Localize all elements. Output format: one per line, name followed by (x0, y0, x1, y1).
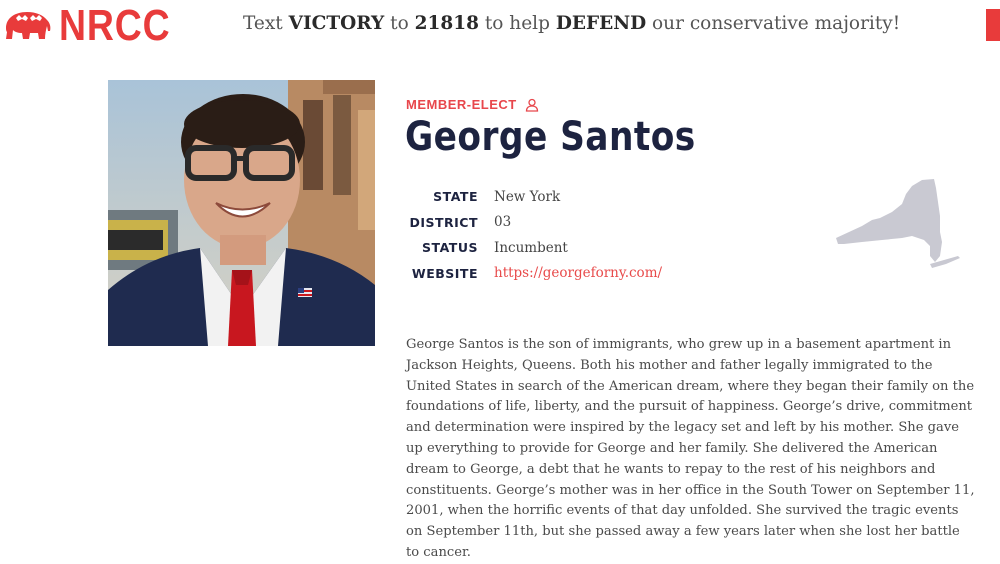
info-value: 03 (494, 214, 512, 231)
banner-text: to (384, 13, 415, 34)
nrcc-logo[interactable]: NRCC (3, 4, 190, 48)
info-value: New York (494, 188, 561, 205)
banner-keyword: VICTORY (288, 13, 385, 34)
info-row-website: WEBSITE https://georgeforny.com/ (400, 261, 662, 287)
site-header: NRCC Text VICTORY to 21818 to help DEFEN… (0, 0, 1000, 52)
elephant-icon (6, 12, 51, 39)
banner-text: our conservative majority! (646, 13, 901, 34)
candidate-info: STATE New York DISTRICT 03 STATUS Incumb… (400, 184, 662, 286)
candidate-name: George Santos (405, 114, 696, 160)
info-key: DISTRICT (409, 214, 478, 230)
info-key: STATE (433, 189, 478, 205)
logo-text: NRCC (59, 1, 171, 50)
info-key: WEBSITE (411, 265, 478, 281)
candidate-photo (108, 80, 375, 346)
banner-number: 21818 (414, 13, 479, 34)
user-icon (525, 98, 538, 112)
info-value: Incumbent (494, 239, 568, 256)
info-row-state: STATE New York (400, 184, 662, 210)
banner-text: to help (478, 13, 556, 34)
donate-button[interactable] (986, 9, 1000, 41)
info-row-district: DISTRICT 03 (400, 210, 662, 236)
info-key: STATUS (422, 240, 478, 256)
website-link[interactable]: https://georgeforny.com/ (494, 265, 662, 281)
info-row-status: STATUS Incumbent (400, 235, 662, 261)
banner-text: Text (243, 13, 289, 34)
member-elect-label: MEMBER-ELECT (406, 97, 539, 112)
candidate-bio: George Santos is the son of immigrants, … (406, 337, 975, 561)
new-york-state-map (836, 179, 960, 268)
text-to-donate-banner: Text VICTORY to 21818 to help DEFEND our… (243, 13, 900, 34)
banner-action: DEFEND (555, 13, 647, 34)
status-label-text: MEMBER-ELECT (406, 97, 517, 112)
